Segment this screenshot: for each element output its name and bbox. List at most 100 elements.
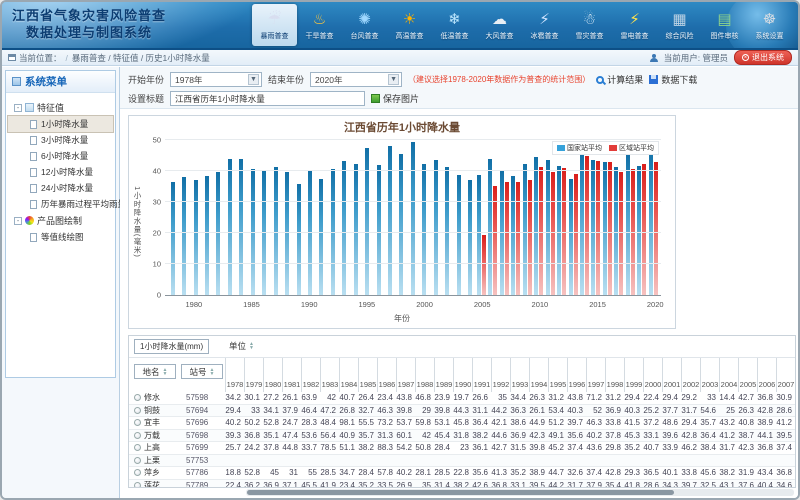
table-row-铜鼓[interactable]: 铜鼓5769429.43334.137.946.447.226.832.746.… xyxy=(129,405,795,418)
sidebar-item-1小时降水量[interactable]: 1小时降水量 xyxy=(8,116,113,132)
expander-icon[interactable]: - xyxy=(14,217,22,225)
row-radio-button[interactable] xyxy=(134,394,141,401)
sidebar-item-24小时降水量[interactable]: 24小时降水量 xyxy=(8,180,113,196)
sidebar-item-历年暴雨过程平均雨量[interactable]: 历年暴雨过程平均雨量 xyxy=(8,196,113,212)
table-row-莲花[interactable]: 莲花5778922.436.236.937.145.541.923.435.23… xyxy=(129,480,795,489)
save-image-button[interactable]: 保存图片 xyxy=(371,92,419,105)
year-header-1986[interactable]: 1986 xyxy=(377,358,396,392)
value-cell-1990: 22.8 xyxy=(452,468,471,477)
value-cell-2004: 38.2 xyxy=(718,468,737,477)
year-header-2007[interactable]: 2007 xyxy=(776,358,795,392)
value-cell-1997: 52 xyxy=(585,406,604,415)
logout-button[interactable]: × 退出系统 xyxy=(734,50,792,65)
expander-icon[interactable]: - xyxy=(14,104,22,112)
row-radio-button[interactable] xyxy=(134,432,141,439)
year-header-1984[interactable]: 1984 xyxy=(339,358,358,392)
row-radio-button[interactable] xyxy=(134,457,141,464)
toolbar-item-高温普查[interactable]: ☀高温普查 xyxy=(387,4,432,46)
toolbar-item-干旱普查[interactable]: ♨干旱普查 xyxy=(297,4,342,46)
year-header-1995[interactable]: 1995 xyxy=(548,358,567,392)
toolbar-item-台风普查[interactable]: ✺台风普查 xyxy=(342,4,387,46)
calculate-button[interactable]: 计算结果 xyxy=(596,73,643,86)
toolbar-item-冰雹普查[interactable]: ⚡冰雹普查 xyxy=(522,4,567,46)
station-column-header[interactable]: 站号 ▲▼ xyxy=(181,364,223,379)
year-header-1991[interactable]: 1991 xyxy=(472,358,491,392)
chart-title-input[interactable] xyxy=(170,91,365,106)
toolbar-item-系统设置[interactable]: ☸系统设置 xyxy=(747,4,792,46)
row-radio-button[interactable] xyxy=(134,419,141,426)
year-header-2004[interactable]: 2004 xyxy=(719,358,738,392)
year-header-2006[interactable]: 2006 xyxy=(757,358,776,392)
scrollbar-thumb[interactable] xyxy=(247,490,674,495)
table-row-万载[interactable]: 万载5769839.336.835.147.453.656.440.935.73… xyxy=(129,430,795,443)
year-header-1982[interactable]: 1982 xyxy=(301,358,320,392)
year-header-1983[interactable]: 1983 xyxy=(320,358,339,392)
unit-column-header[interactable]: 单位 ▲▼ xyxy=(229,340,254,352)
sidebar-item-等值线绘图[interactable]: 等值线绘图 xyxy=(8,229,113,245)
year-header-1993[interactable]: 1993 xyxy=(510,358,529,392)
bar-national-1987 xyxy=(274,167,278,295)
year-header-1988[interactable]: 1988 xyxy=(415,358,434,392)
toolbar-item-雷电普查[interactable]: ⚡雷电普查 xyxy=(612,4,657,46)
sidebar-item-6小时降水量[interactable]: 6小时降水量 xyxy=(8,148,113,164)
year-header-1994[interactable]: 1994 xyxy=(529,358,548,392)
start-year-select[interactable]: 1978年 ▼ xyxy=(170,72,262,87)
year-header-1998[interactable]: 1998 xyxy=(605,358,624,392)
table-metric-box: 1小时降水量(mm) xyxy=(134,339,209,354)
name-column-header[interactable]: 地名 ▲▼ xyxy=(134,364,176,379)
year-header-1997[interactable]: 1997 xyxy=(586,358,605,392)
year-header-2001[interactable]: 2001 xyxy=(662,358,681,392)
year-header-1981[interactable]: 1981 xyxy=(282,358,301,392)
table-row-修水[interactable]: 修水5759834.230.127.226.163.94240.726.423.… xyxy=(129,392,795,405)
table-row-萍乡[interactable]: 萍乡5778618.852.845315528.534.728.457.840.… xyxy=(129,467,795,480)
year-header-1992[interactable]: 1992 xyxy=(491,358,510,392)
year-header-1999[interactable]: 1999 xyxy=(624,358,643,392)
sidebar-item-12小时降水量[interactable]: 12小时降水量 xyxy=(8,164,113,180)
toolbar-item-雪灾普查[interactable]: ☃雪灾普查 xyxy=(567,4,612,46)
sort-icon[interactable]: ▲▼ xyxy=(210,368,215,376)
tree-group-产品图绘制[interactable]: -产品图绘制 xyxy=(8,212,113,229)
table-row-上栗[interactable]: 上栗57753 xyxy=(129,455,795,468)
bar-group-2016 xyxy=(602,140,613,295)
year-header-1980[interactable]: 1980 xyxy=(263,358,282,392)
value-cell-1994: 39.5 xyxy=(528,481,547,488)
value-cell-1983: 78.5 xyxy=(319,443,338,452)
row-radio-button[interactable] xyxy=(134,444,141,451)
value-cell-1994: 38.9 xyxy=(528,468,547,477)
tree-group-特征值[interactable]: -特征值 xyxy=(8,99,113,116)
year-header-1978[interactable]: 1978 xyxy=(225,358,244,392)
row-radio-button[interactable] xyxy=(134,469,141,476)
horizontal-scrollbar[interactable] xyxy=(246,489,794,496)
toolbar-item-图件审核[interactable]: ▤图件审核 xyxy=(702,4,747,46)
row-radio-button[interactable] xyxy=(134,407,141,414)
value-cell-1989: 39.8 xyxy=(433,406,452,415)
year-header-1989[interactable]: 1989 xyxy=(434,358,453,392)
download-button[interactable]: 数据下载 xyxy=(649,73,697,86)
year-header-2003[interactable]: 2003 xyxy=(700,358,719,392)
legend-item-区域站平均: 区域站平均 xyxy=(609,143,654,153)
toolbar-item-综合风险[interactable]: ▦综合风险 xyxy=(657,4,702,46)
year-header-2005[interactable]: 2005 xyxy=(738,358,757,392)
value-cell-1996: 40.3 xyxy=(566,406,585,415)
year-header-2002[interactable]: 2002 xyxy=(681,358,700,392)
sort-icon[interactable]: ▲▼ xyxy=(249,342,254,350)
year-header-1985[interactable]: 1985 xyxy=(358,358,377,392)
year-header-1979[interactable]: 1979 xyxy=(244,358,263,392)
sort-icon[interactable]: ▲▼ xyxy=(163,368,168,376)
table-row-宜丰[interactable]: 宜丰5769640.250.252.824.728.348.498.155.57… xyxy=(129,417,795,430)
station-col-label: 站号 xyxy=(190,366,207,378)
year-header-1987[interactable]: 1987 xyxy=(396,358,415,392)
sidebar-item-3小时降水量[interactable]: 3小时降水量 xyxy=(8,132,113,148)
row-radio-button[interactable] xyxy=(134,482,141,488)
menu-tree: -特征值1小时降水量3小时降水量6小时降水量12小时降水量24小时降水量历年暴雨… xyxy=(6,93,115,251)
toolbar-item-大风普查[interactable]: ☁大风普查 xyxy=(477,4,522,46)
value-cell-1983: 47.2 xyxy=(319,406,338,415)
table-row-上高[interactable]: 上高5769925.724.237.844.833.778.551.138.28… xyxy=(129,442,795,455)
bar-group-1985 xyxy=(247,140,258,295)
year-header-2000[interactable]: 2000 xyxy=(643,358,662,392)
end-year-select[interactable]: 2020年 ▼ xyxy=(310,72,402,87)
year-header-1996[interactable]: 1996 xyxy=(567,358,586,392)
toolbar-item-暴雨普查[interactable]: ☔暴雨普查 xyxy=(252,4,297,46)
year-header-1990[interactable]: 1990 xyxy=(453,358,472,392)
toolbar-item-低温普查[interactable]: ❄低温普查 xyxy=(432,4,477,46)
